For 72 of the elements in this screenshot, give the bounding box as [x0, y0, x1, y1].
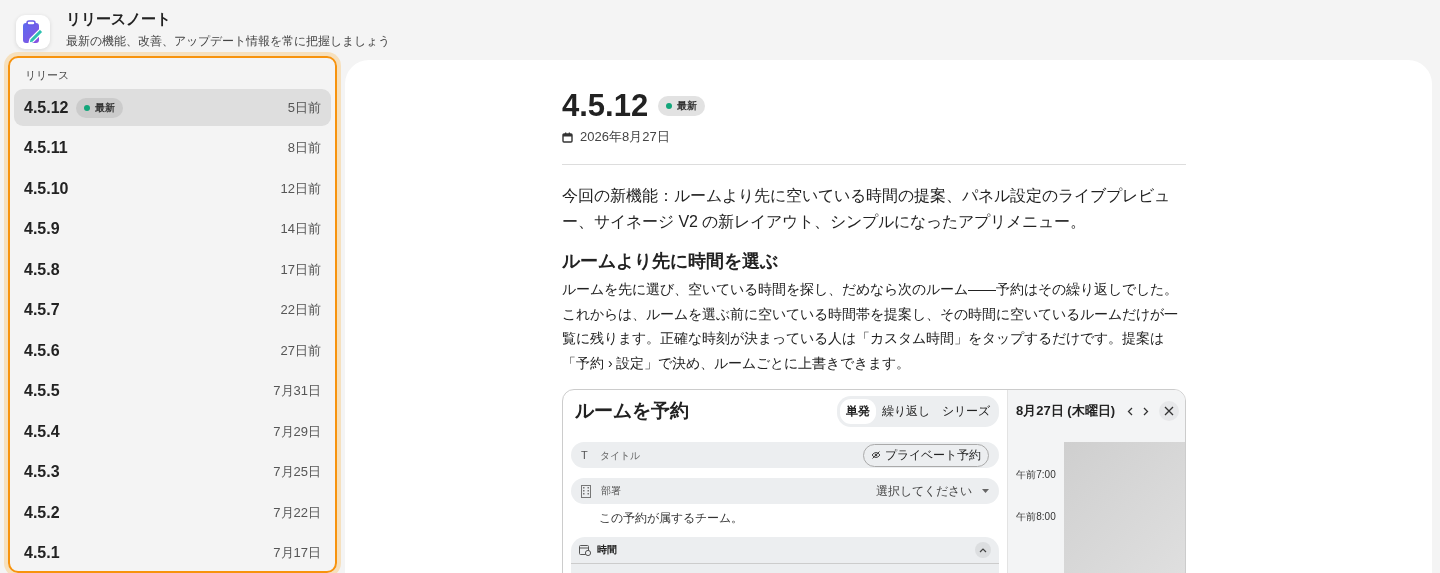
calendar-date: 8月27日 (木曜日) — [1016, 402, 1115, 420]
release-item[interactable]: 4.5.7 22日前 — [14, 291, 331, 329]
close-icon — [1164, 406, 1174, 416]
sidebar-heading: リリース — [24, 68, 70, 83]
field-hint: この予約が属するチーム。 — [598, 510, 744, 527]
release-date: 7月17日 — [273, 544, 321, 562]
release-date: 22日前 — [280, 301, 321, 319]
calendar-clock-icon — [579, 544, 591, 556]
release-version: 4.5.7 — [24, 301, 60, 319]
release-date: 14日前 — [280, 220, 321, 238]
release-item[interactable]: 4.5.9 14日前 — [14, 210, 331, 248]
release-item[interactable]: 4.5.4 7月29日 — [14, 413, 331, 450]
release-title: 4.5.12 — [562, 88, 649, 124]
title-field[interactable]: T タイトル プライベート予約 — [571, 442, 999, 468]
release-version: 4.5.1 — [24, 544, 60, 562]
section-label: 時間 — [597, 543, 618, 557]
release-version: 4.5.10 — [24, 179, 69, 198]
department-select[interactable]: 部署 選択してください — [571, 478, 999, 504]
department-label: 部署 — [601, 484, 622, 498]
text-icon: T — [581, 449, 588, 461]
release-item[interactable]: 4.5.5 7月31日 — [14, 372, 331, 410]
release-date: 8日前 — [287, 139, 321, 157]
app-subtitle: 最新の機能、改善、アップデート情報を常に把握しましょう — [66, 33, 390, 50]
segment-tab[interactable]: シリーズ — [936, 398, 996, 424]
intro-paragraph: 今回の新機能：ルームより先に空いている時間の提案、パネル設定のライブプレビュー、サイネージ V2 の新レイアウト、シンプルになったアプリメニュー。 — [562, 186, 1171, 232]
segment-tab[interactable]: 繰り返し — [876, 398, 936, 424]
release-version: 4.5.9 — [24, 220, 60, 238]
release-date: 5日前 — [287, 98, 321, 117]
chevron-right-icon — [1143, 406, 1149, 416]
release-version: 4.5.5 — [24, 382, 60, 400]
chevron-left-icon — [1127, 406, 1133, 416]
release-date: 12日前 — [280, 179, 321, 198]
latest-badge: 最新 — [658, 96, 706, 116]
release-item[interactable]: 4.5.11 8日前 — [14, 129, 331, 167]
release-date: 17日前 — [280, 260, 321, 279]
building-icon — [581, 484, 591, 498]
section-heading: ルームより先に時間を選ぶ — [562, 250, 779, 273]
release-item[interactable]: 4.5.10 12日前 — [14, 170, 331, 207]
release-version: 4.5.3 — [24, 463, 60, 481]
release-version: 4.5.6 — [24, 341, 60, 360]
dialog-title: ルームを予約 — [574, 399, 689, 423]
release-date: 7月22日 — [273, 503, 321, 522]
release-version: 4.5.8 — [24, 260, 60, 279]
chevron-icon — [979, 547, 987, 553]
release-version: 4.5.12 — [24, 98, 69, 117]
release-item[interactable]: 4.5.6 27日前 — [14, 332, 331, 369]
collapse-button[interactable] — [975, 542, 991, 558]
latest-badge: 最新 — [76, 97, 124, 118]
release-date: 7月31日 — [273, 382, 321, 400]
release-item[interactable]: 4.5.1 7月17日 — [14, 534, 331, 571]
release-version: 4.5.11 — [24, 139, 68, 157]
close-button[interactable] — [1159, 401, 1179, 421]
eye-slash-icon — [871, 451, 881, 459]
app-title: リリースノート — [66, 10, 172, 29]
release-date: 7月29日 — [273, 422, 321, 441]
release-date: 7月25日 — [273, 463, 321, 481]
section-paragraph: ルームを先に選び、空いている時間を探し、だめなら次のルーム——予約はその繰り返しでした。これからは、ルームを選ぶ前に空いている時間帯を提案し、その時間に空いているルームだけが一覧に残ります。正確な時刻が決まっている人は「カスタム時間」をタップするだけです。提案は「予約 › 設定」で決め、ルームごとに上書きできます。 — [562, 280, 1179, 373]
release-version: 4.5.4 — [24, 422, 60, 441]
release-item[interactable]: 4.5.3 7月25日 — [14, 453, 331, 491]
release-date: 27日前 — [280, 341, 321, 360]
time-label: 午前7:00 — [1015, 468, 1057, 482]
release-item[interactable]: 4.5.12 最新 5日前 — [14, 89, 331, 126]
time-label: 午前8:00 — [1015, 510, 1057, 524]
calendar-icon — [562, 131, 573, 143]
dropdown-caret-icon — [982, 489, 989, 493]
release-version: 4.5.2 — [24, 503, 60, 522]
release-item[interactable]: 4.5.8 17日前 — [14, 251, 331, 288]
department-value: 選択してください — [876, 482, 972, 500]
release-date: 2026年8月27日 — [580, 128, 670, 146]
segment-tab[interactable]: 単発 — [840, 398, 876, 424]
clipboard-pen-icon — [22, 20, 44, 44]
release-item[interactable]: 4.5.2 7月22日 — [14, 494, 331, 531]
